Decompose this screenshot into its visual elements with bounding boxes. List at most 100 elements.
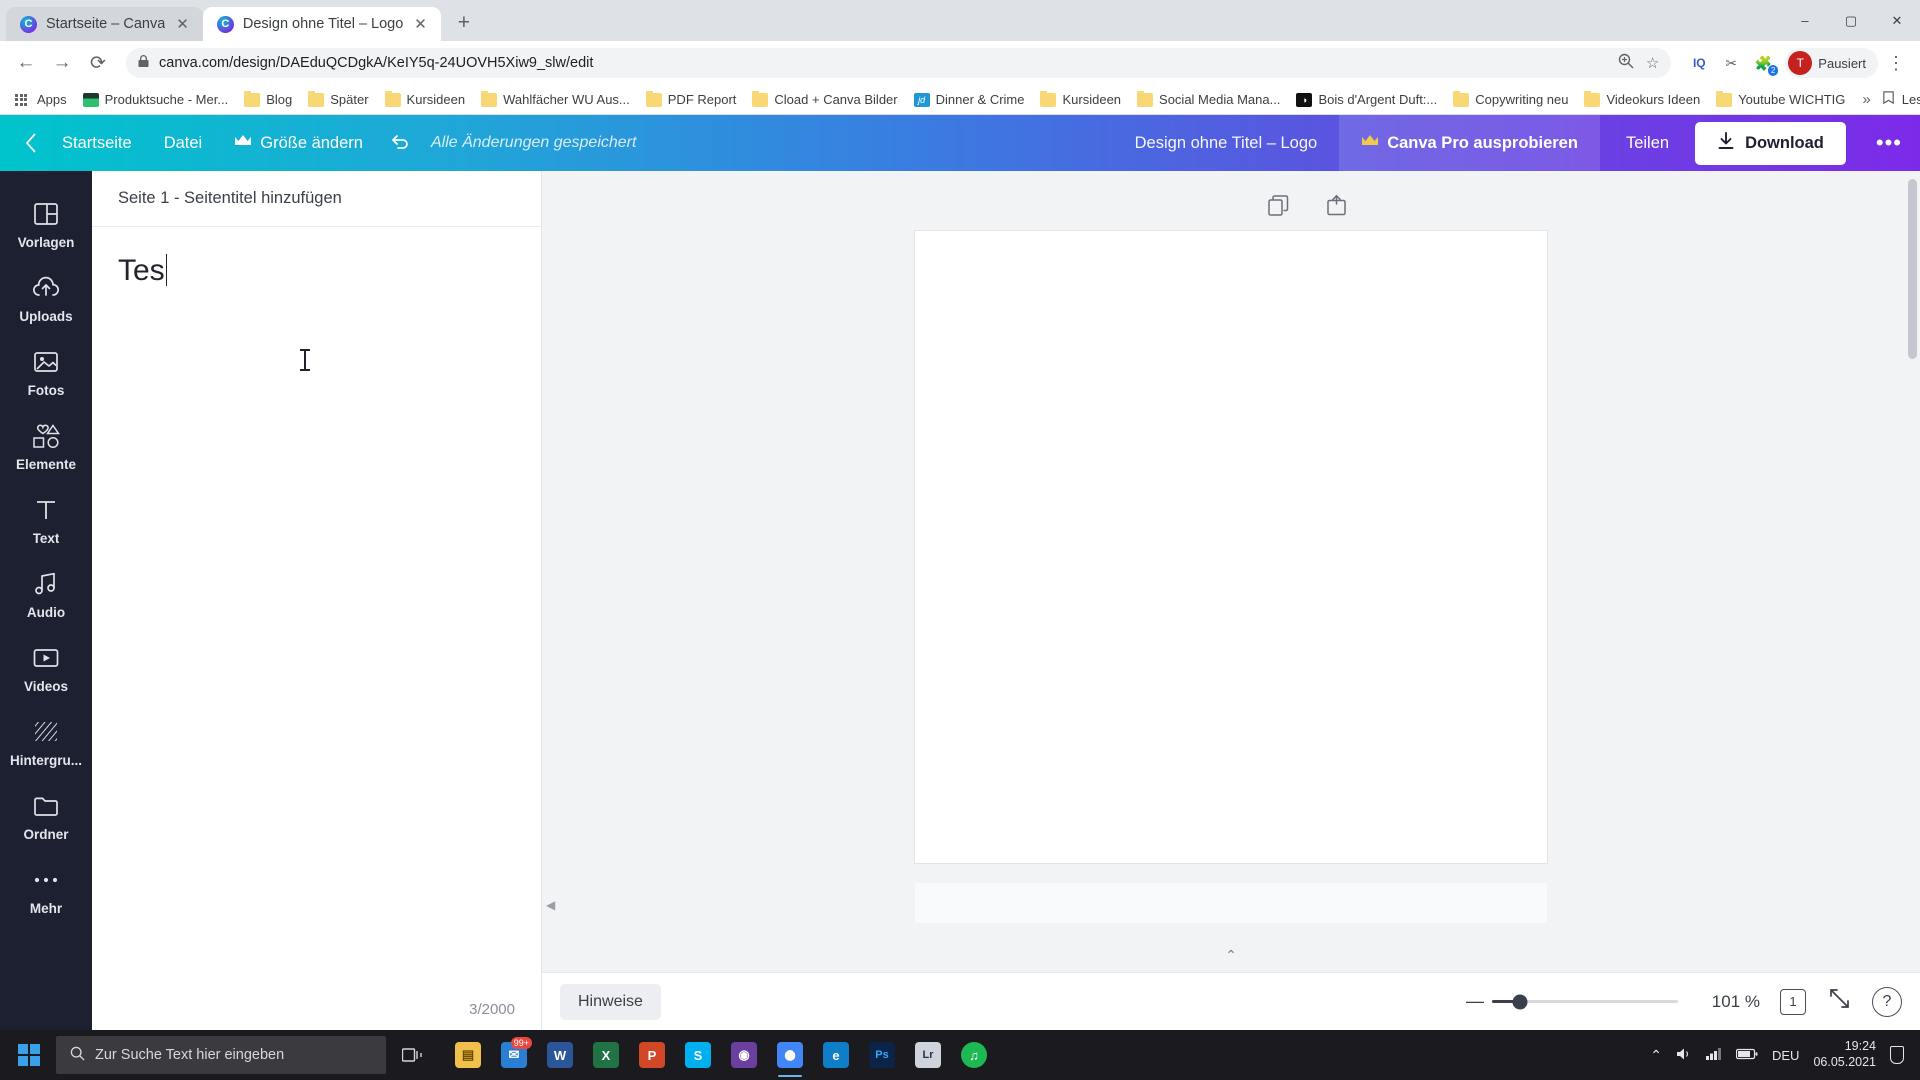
chevron-up-icon[interactable]: ⌃ bbox=[1650, 1047, 1662, 1064]
photo-icon bbox=[33, 348, 59, 376]
rail-item-text[interactable]: Text bbox=[0, 483, 92, 557]
battery-icon[interactable] bbox=[1735, 1047, 1758, 1063]
bookmark-copywriting[interactable]: Copywriting neu bbox=[1446, 89, 1575, 110]
bookmark-youtube-wichtig[interactable]: Youtube WICHTIG bbox=[1709, 89, 1852, 110]
notes-button[interactable]: Hinweise bbox=[560, 983, 661, 1020]
share-button[interactable]: Teilen bbox=[1600, 134, 1695, 153]
zoom-slider[interactable]: — bbox=[1466, 991, 1678, 1012]
design-canvas-area[interactable]: ◀ ⌃ bbox=[542, 171, 1920, 972]
design-page[interactable] bbox=[915, 231, 1547, 863]
clock[interactable]: 19:24 06.05.2021 bbox=[1813, 1039, 1876, 1070]
windows-start-icon[interactable] bbox=[6, 1032, 52, 1078]
canvas-vertical-scrollbar[interactable] bbox=[1908, 179, 1917, 359]
add-page-icon[interactable] bbox=[1324, 193, 1348, 217]
bookmark-cload-canva-bilder[interactable]: Cload + Canva Bilder bbox=[745, 89, 904, 110]
text-input-area[interactable]: Tes bbox=[92, 227, 541, 1001]
volume-icon[interactable] bbox=[1676, 1047, 1692, 1064]
browser-tab-2[interactable]: C Design ohne Titel – Logo ✕ bbox=[202, 7, 441, 41]
rail-item-audio[interactable]: Audio bbox=[0, 557, 92, 631]
chevron-up-icon[interactable]: ⌃ bbox=[1225, 947, 1237, 964]
rail-item-videos[interactable]: Videos bbox=[0, 631, 92, 705]
taskbar-app-skype[interactable]: S bbox=[676, 1032, 720, 1078]
network-icon[interactable] bbox=[1705, 1047, 1722, 1064]
taskbar-app-mail[interactable]: ✉ 99+ bbox=[492, 1032, 536, 1078]
bookmark-blog[interactable]: Blog bbox=[237, 89, 299, 110]
bookmark-kursideen-2[interactable]: Kursideen bbox=[1033, 89, 1128, 110]
pin-extension-icon[interactable]: ✂ bbox=[1719, 51, 1743, 75]
back-icon[interactable]: ← bbox=[10, 47, 42, 79]
close-window-icon[interactable]: ✕ bbox=[1874, 0, 1920, 41]
close-icon[interactable]: ✕ bbox=[174, 15, 191, 33]
taskbar-app-excel[interactable]: X bbox=[584, 1032, 628, 1078]
iq-extension-icon[interactable]: IQ bbox=[1687, 51, 1711, 75]
taskbar-app-lightroom[interactable]: Lr bbox=[906, 1032, 950, 1078]
bookmark-videokurs[interactable]: Videokurs Ideen bbox=[1577, 89, 1707, 110]
design-title[interactable]: Design ohne Titel – Logo bbox=[1113, 134, 1340, 153]
design-page-next[interactable] bbox=[915, 883, 1547, 923]
question-mark-icon[interactable]: ? bbox=[1872, 986, 1902, 1017]
bookmark-kursideen-1[interactable]: Kursideen bbox=[378, 89, 473, 110]
taskbar-app-edge[interactable]: e bbox=[814, 1032, 858, 1078]
rail-item-fotos[interactable]: Fotos bbox=[0, 335, 92, 409]
taskbar-app-spotify[interactable]: ♫ bbox=[952, 1032, 996, 1078]
reload-icon[interactable]: ⟳ bbox=[82, 47, 114, 79]
rail-item-uploads[interactable]: Uploads bbox=[0, 261, 92, 335]
profile-button[interactable]: T Pausiert bbox=[1785, 48, 1878, 78]
reading-list-button[interactable]: Leseliste bbox=[1881, 90, 1920, 110]
bookmark-label: Bois d'Argent Duft:... bbox=[1318, 92, 1438, 107]
address-bar[interactable]: canva.com/design/DAEduQCDgkA/KeIY5q-24UO… bbox=[126, 48, 1672, 78]
zoom-out-icon[interactable]: — bbox=[1466, 991, 1484, 1012]
taskbar-app-file-explorer[interactable]: ▤ bbox=[446, 1032, 490, 1078]
expand-icon[interactable] bbox=[1826, 989, 1852, 1014]
bookmark-pdf-report[interactable]: PDF Report bbox=[639, 89, 744, 110]
bookmark-dinner-crime[interactable]: jd Dinner & Crime bbox=[907, 89, 1032, 110]
rail-item-mehr[interactable]: Mehr bbox=[0, 853, 92, 927]
browser-window: C Startseite – Canva ✕ C Design ohne Tit… bbox=[0, 0, 1920, 1080]
rail-item-hintergrund[interactable]: Hintergru... bbox=[0, 705, 92, 779]
chevron-left-icon[interactable] bbox=[16, 128, 46, 158]
taskbar-app-word[interactable]: W bbox=[538, 1032, 582, 1078]
more-options-icon[interactable]: ••• bbox=[1858, 130, 1920, 156]
new-tab-button[interactable]: + bbox=[449, 8, 479, 38]
language-indicator[interactable]: DEU bbox=[1772, 1048, 1799, 1063]
canva-pro-button[interactable]: Canva Pro ausprobieren bbox=[1339, 115, 1600, 171]
rail-item-vorlagen[interactable]: Vorlagen bbox=[0, 187, 92, 261]
taskbar-app-powerpoint[interactable]: P bbox=[630, 1032, 674, 1078]
bookmark-apps[interactable]: Apps bbox=[8, 89, 74, 110]
rail-item-elemente[interactable]: Elemente bbox=[0, 409, 92, 483]
forward-icon[interactable]: → bbox=[46, 47, 78, 79]
puzzle-extension-icon[interactable]: 🧩 2 bbox=[1751, 51, 1779, 76]
close-icon[interactable]: ✕ bbox=[412, 15, 429, 33]
undo-arrow-icon[interactable] bbox=[379, 125, 421, 161]
scroll-left-icon[interactable]: ◀ bbox=[546, 898, 555, 912]
zoom-track[interactable] bbox=[1492, 994, 1678, 1009]
home-button[interactable]: Startseite bbox=[46, 126, 148, 161]
browser-tab-1[interactable]: C Startseite – Canva ✕ bbox=[6, 7, 203, 41]
site-icon: jd bbox=[913, 92, 930, 107]
taskbar-app-chrome[interactable]: ◎ bbox=[768, 1032, 812, 1078]
taskbar-app-media-player[interactable]: ◉ bbox=[722, 1032, 766, 1078]
file-menu-button[interactable]: Datei bbox=[148, 126, 219, 161]
bookmark-star-icon[interactable]: ☆ bbox=[1646, 54, 1659, 72]
minimize-icon[interactable]: – bbox=[1782, 0, 1828, 41]
maximize-icon[interactable]: ▢ bbox=[1828, 0, 1874, 41]
notification-icon[interactable] bbox=[1890, 1046, 1904, 1064]
taskbar-search-input[interactable]: Zur Suche Text hier eingeben bbox=[56, 1036, 386, 1074]
browser-menu-icon[interactable]: ⋮ bbox=[1882, 53, 1910, 74]
bookmark-bois-dargent[interactable]: ◑ Bois d'Argent Duft:... bbox=[1289, 89, 1444, 110]
page-count-button[interactable]: 1 bbox=[1780, 988, 1806, 1015]
rail-item-ordner[interactable]: Ordner bbox=[0, 779, 92, 853]
bookmark-wahlfaecher[interactable]: Wahlfächer WU Aus... bbox=[474, 89, 637, 110]
duplicate-page-icon[interactable] bbox=[1266, 193, 1290, 217]
taskbar-app-photoshop[interactable]: Ps bbox=[860, 1032, 904, 1078]
task-view-icon[interactable] bbox=[390, 1032, 436, 1078]
page-title-field[interactable]: Seite 1 - Seitentitel hinzufügen bbox=[92, 171, 541, 227]
bookmark-produktsuche[interactable]: Produktsuche - Mer... bbox=[76, 89, 236, 110]
bookmark-social-media[interactable]: Social Media Mana... bbox=[1130, 89, 1287, 110]
resize-button[interactable]: Größe ändern bbox=[218, 126, 379, 161]
zoom-knob[interactable] bbox=[1512, 994, 1528, 1009]
search-plus-icon[interactable] bbox=[1618, 53, 1634, 73]
bookmark-spaeter[interactable]: Später bbox=[301, 89, 375, 110]
download-button[interactable]: Download bbox=[1695, 121, 1846, 165]
bookmarks-overflow-icon[interactable]: » bbox=[1854, 91, 1878, 108]
